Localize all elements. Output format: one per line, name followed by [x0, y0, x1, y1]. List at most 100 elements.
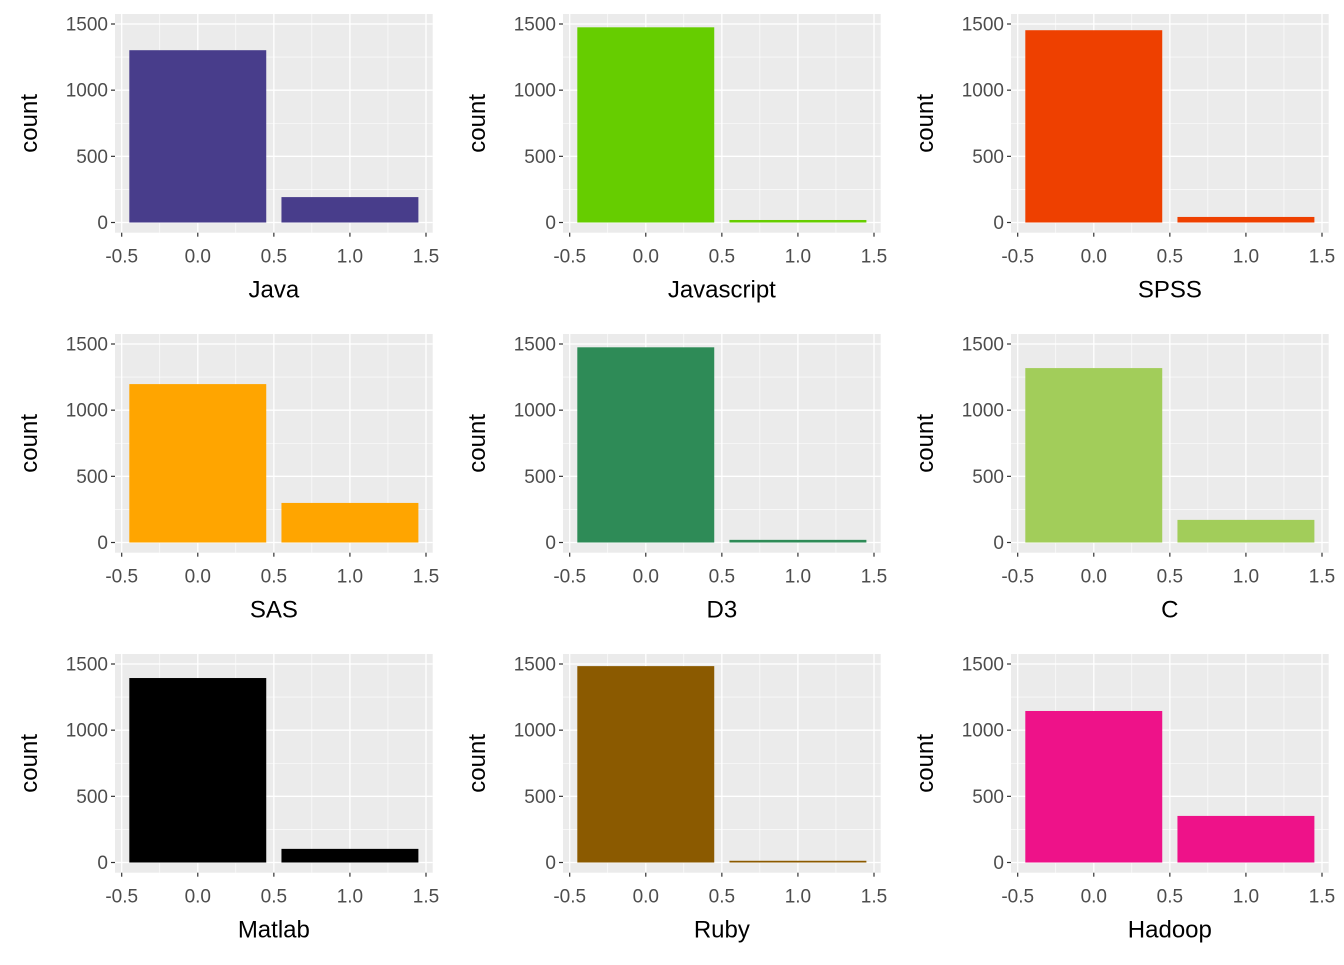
x-tick-label: 0.5: [1157, 247, 1183, 268]
x-tick-label: 1.5: [861, 247, 887, 268]
x-tick-label: -0.5: [1001, 567, 1034, 588]
x-tick-label: 0.5: [261, 567, 287, 588]
y-tick-label: 1500: [514, 655, 556, 676]
facet-panel-matlab: 0 500 1000 1500 -0.5 0.0 0.5 1.0 1.5 Matlab count: [0, 640, 448, 960]
y-axis-title: count: [464, 414, 491, 473]
y-tick-label: 0: [993, 533, 1004, 554]
bar-hadoop-1: [1177, 815, 1315, 863]
x-axis-title: Hadoop: [1128, 917, 1212, 944]
y-tick-label: 1000: [66, 81, 108, 102]
x-tick-label: 1.5: [413, 247, 439, 268]
bar-d3-1: [729, 539, 867, 543]
bar-matlab-0: [129, 678, 267, 863]
x-tick-label: 0.5: [709, 887, 735, 908]
x-tick-label: 0.5: [1157, 567, 1183, 588]
facet-grid: 0 500 1000 1500 -0.5 0.0 0.5 1.0 1.5 Java count 0 50…: [0, 0, 1344, 960]
x-tick-label: 0.0: [1081, 247, 1107, 268]
x-tick-label: 0.0: [185, 887, 211, 908]
bar-chart-d3: 0 500 1000 1500 -0.5 0.0 0.5 1.0 1.5 D3 count: [464, 334, 887, 624]
x-tick-label: 1.5: [1309, 247, 1335, 268]
y-axis-title: count: [464, 94, 491, 153]
bar-chart-spss: 0 500 1000 1500 -0.5 0.0 0.5 1.0 1.5 SPSS count: [912, 14, 1335, 304]
x-tick-label: 1.5: [1309, 567, 1335, 588]
x-tick-label: 0.0: [185, 567, 211, 588]
y-axis-title: count: [912, 414, 939, 473]
y-tick-label: 1000: [66, 721, 108, 742]
bar-java-0: [129, 50, 267, 223]
y-tick-label: 1000: [962, 81, 1004, 102]
x-tick-label: 0.5: [261, 247, 287, 268]
bar-javascript-1: [729, 219, 867, 223]
y-axis-title: count: [912, 94, 939, 153]
y-axis-title: count: [912, 734, 939, 793]
y-tick-label: 1000: [514, 721, 556, 742]
y-tick-label: 0: [545, 533, 556, 554]
y-tick-label: 1500: [66, 15, 108, 36]
bar-ruby-0: [577, 666, 715, 863]
bar-chart-matlab: 0 500 1000 1500 -0.5 0.0 0.5 1.0 1.5 Matlab count: [16, 654, 439, 944]
bar-hadoop-0: [1025, 710, 1163, 863]
x-tick-label: -0.5: [1001, 887, 1034, 908]
y-tick-label: 1000: [66, 401, 108, 422]
facet-panel-d3: 0 500 1000 1500 -0.5 0.0 0.5 1.0 1.5 D3 count: [448, 320, 896, 640]
x-axis-title: Matlab: [238, 917, 310, 944]
y-tick-label: 0: [97, 853, 108, 874]
x-axis-title: Javascript: [668, 277, 776, 304]
x-tick-label: 1.0: [337, 567, 363, 588]
x-tick-label: 1.0: [785, 567, 811, 588]
y-tick-label: 500: [76, 147, 108, 168]
bar-d3-0: [577, 347, 715, 543]
x-tick-label: 1.5: [1309, 887, 1335, 908]
bar-chart-java: 0 500 1000 1500 -0.5 0.0 0.5 1.0 1.5 Java count: [16, 14, 439, 304]
x-tick-label: -0.5: [553, 567, 586, 588]
y-tick-label: 1500: [962, 15, 1004, 36]
facet-panel-javascript: 0 500 1000 1500 -0.5 0.0 0.5 1.0 1.5 Javascript co…: [448, 0, 896, 320]
x-tick-label: 0.0: [633, 567, 659, 588]
bar-chart-c: 0 500 1000 1500 -0.5 0.0 0.5 1.0 1.5 Ccount: [912, 334, 1335, 624]
x-tick-label: 1.0: [337, 887, 363, 908]
x-tick-label: 0.0: [1081, 887, 1107, 908]
x-tick-label: 1.5: [861, 887, 887, 908]
y-axis-title: count: [16, 94, 43, 153]
y-tick-label: 0: [97, 213, 108, 234]
facet-panel-sas: 0 500 1000 1500 -0.5 0.0 0.5 1.0 1.5 SAS count: [0, 320, 448, 640]
bar-javascript-0: [577, 27, 715, 223]
x-tick-label: 1.5: [861, 567, 887, 588]
facet-panel-ruby: 0 500 1000 1500 -0.5 0.0 0.5 1.0 1.5 Ruby count: [448, 640, 896, 960]
y-axis-title: count: [16, 734, 43, 793]
x-tick-label: 1.0: [785, 247, 811, 268]
x-tick-label: 1.0: [1233, 247, 1259, 268]
x-tick-label: -0.5: [1001, 247, 1034, 268]
x-axis-title: SPSS: [1138, 277, 1202, 304]
y-tick-label: 1500: [66, 655, 108, 676]
x-tick-label: 0.5: [709, 567, 735, 588]
y-tick-label: 0: [993, 853, 1004, 874]
x-tick-label: 1.0: [337, 247, 363, 268]
y-tick-label: 1000: [514, 81, 556, 102]
x-axis-title: C: [1161, 597, 1178, 624]
x-tick-label: 1.0: [1233, 567, 1259, 588]
x-tick-label: 1.5: [413, 887, 439, 908]
y-tick-label: 1500: [66, 335, 108, 356]
y-axis-title: count: [16, 414, 43, 473]
bar-java-1: [281, 197, 419, 223]
facet-panel-hadoop: 0 500 1000 1500 -0.5 0.0 0.5 1.0 1.5 Hadoop count: [896, 640, 1344, 960]
bar-chart-hadoop: 0 500 1000 1500 -0.5 0.0 0.5 1.0 1.5 Hadoop count: [912, 654, 1335, 944]
y-tick-label: 0: [993, 213, 1004, 234]
y-tick-label: 0: [97, 533, 108, 554]
y-tick-label: 1500: [514, 15, 556, 36]
y-tick-label: 0: [545, 853, 556, 874]
x-tick-label: 1.0: [1233, 887, 1259, 908]
y-tick-label: 0: [545, 213, 556, 234]
x-tick-label: 0.0: [633, 247, 659, 268]
x-tick-label: 0.0: [185, 247, 211, 268]
bar-c-1: [1177, 519, 1315, 543]
y-axis-title: count: [464, 734, 491, 793]
y-tick-label: 500: [524, 467, 556, 488]
y-tick-label: 500: [972, 787, 1004, 808]
bar-chart-sas: 0 500 1000 1500 -0.5 0.0 0.5 1.0 1.5 SAS count: [16, 334, 439, 624]
x-tick-label: -0.5: [105, 567, 138, 588]
bar-c-0: [1025, 368, 1163, 543]
x-axis-title: Ruby: [694, 917, 750, 944]
facet-panel-c: 0 500 1000 1500 -0.5 0.0 0.5 1.0 1.5 Ccount: [896, 320, 1344, 640]
